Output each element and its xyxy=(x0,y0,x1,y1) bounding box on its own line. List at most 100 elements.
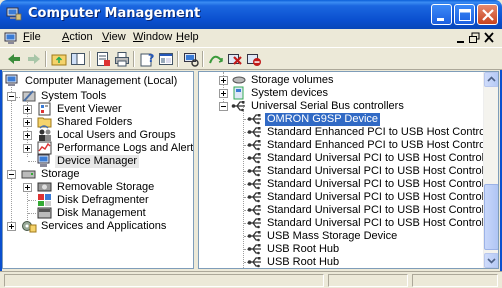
expand-toggle[interactable] xyxy=(23,183,32,192)
menu-file-label: ile xyxy=(29,31,41,43)
device-label: Standard Universal PCI to USB Host Contr… xyxy=(267,165,497,177)
device-label: OMRON G9SP Device xyxy=(265,113,381,126)
maximize-button[interactable] xyxy=(454,4,475,25)
tree-item-label: Removable Storage xyxy=(57,181,155,193)
removable-storage-icon xyxy=(37,182,52,192)
device-label: Standard Enhanced PCI to USB Host Contro… xyxy=(267,126,499,138)
show-tree-icon[interactable] xyxy=(70,51,86,67)
status-cell-tertiary xyxy=(412,274,498,287)
menu-help-label: elp xyxy=(183,31,199,43)
close-icon xyxy=(482,9,494,21)
expand-toggle[interactable] xyxy=(23,105,32,114)
print-icon[interactable] xyxy=(114,51,130,67)
users-group-icon xyxy=(39,129,51,141)
tree-item-label: Local Users and Groups xyxy=(57,129,176,141)
mdi-window-controls[interactable] xyxy=(454,31,496,45)
device-label: Storage volumes xyxy=(251,74,334,86)
device-label: Standard Universal PCI to USB Host Contr… xyxy=(267,178,497,190)
vertical-scrollbar[interactable] xyxy=(483,72,498,268)
close-button[interactable] xyxy=(477,4,498,25)
device-label: Universal Serial Bus controllers xyxy=(251,100,404,112)
usb-icon xyxy=(247,140,261,151)
usb-icon xyxy=(247,114,261,125)
scroll-down-button[interactable] xyxy=(484,253,498,268)
device-manager-icon xyxy=(37,154,50,167)
mdi-close-icon[interactable] xyxy=(484,32,494,43)
storage-icon xyxy=(21,170,36,179)
device-label: USB Root Hub xyxy=(267,256,340,268)
menu-file[interactable]: File xyxy=(23,31,41,43)
tree-item-label: Device Manager xyxy=(55,155,140,168)
scrollbar-thumb[interactable] xyxy=(484,184,498,250)
tree-connector xyxy=(243,102,244,268)
services-applications-icon xyxy=(22,221,37,233)
status-bar xyxy=(0,271,502,288)
tree-item-label: Computer Management (Local) xyxy=(25,75,178,87)
usb-icon xyxy=(247,205,261,216)
disk-management-icon xyxy=(37,207,52,219)
menu-window[interactable]: Window xyxy=(133,31,172,43)
scroll-down-arrow-icon xyxy=(487,258,496,264)
menu-help[interactable]: Help xyxy=(176,31,199,43)
disk-defragmenter-icon xyxy=(38,194,51,206)
svg-text:?: ? xyxy=(148,52,154,65)
console-window-icon[interactable] xyxy=(4,30,20,46)
device-label: Standard Universal PCI to USB Host Contr… xyxy=(267,204,497,216)
properties-icon[interactable] xyxy=(95,51,111,67)
toolbar: ? xyxy=(0,47,502,70)
usb-icon xyxy=(247,231,261,242)
device-tree-pane[interactable]: Storage volumes System devices Universal… xyxy=(198,71,499,269)
status-cell-main xyxy=(4,274,324,287)
expand-toggle[interactable] xyxy=(23,144,32,153)
title-bar[interactable]: Computer Management xyxy=(0,0,502,29)
console-tree-icon[interactable] xyxy=(158,51,174,67)
update-driver-icon[interactable] xyxy=(208,51,224,67)
scroll-up-button[interactable] xyxy=(484,72,498,87)
collapse-toggle[interactable] xyxy=(219,102,228,111)
device-label: USB Mass Storage Device xyxy=(267,230,398,242)
minimize-button[interactable] xyxy=(431,4,452,25)
tree-item-label: Disk Management xyxy=(57,207,146,219)
menu-window-mnemonic: W xyxy=(133,31,144,43)
mdi-restore-icon[interactable] xyxy=(469,32,480,43)
menu-action[interactable]: Action xyxy=(62,31,93,43)
usb-icon xyxy=(247,192,261,203)
mdi-minimize-icon[interactable] xyxy=(457,41,464,43)
collapse-toggle[interactable] xyxy=(7,170,16,179)
collapse-toggle[interactable] xyxy=(7,92,16,101)
help-icon[interactable]: ? xyxy=(139,51,155,67)
expand-toggle[interactable] xyxy=(219,89,228,98)
menu-bar: File Action View Window Help xyxy=(0,29,502,47)
menu-action-label: ction xyxy=(69,31,93,43)
device-label: Standard Universal PCI to USB Host Contr… xyxy=(267,217,497,229)
device-label: Standard Universal PCI to USB Host Contr… xyxy=(267,152,497,164)
device-label: Standard Universal PCI to USB Host Contr… xyxy=(267,191,497,203)
usb-icon xyxy=(247,179,261,190)
menu-window-label: indow xyxy=(143,31,173,43)
up-folder-icon[interactable] xyxy=(51,51,67,67)
uninstall-icon[interactable] xyxy=(227,51,243,67)
menu-view[interactable]: View xyxy=(102,31,126,43)
expand-toggle[interactable] xyxy=(23,131,32,140)
expand-toggle[interactable] xyxy=(23,118,32,127)
scan-hardware-icon[interactable] xyxy=(183,51,199,67)
event-viewer-icon xyxy=(38,102,51,116)
forward-arrow-icon[interactable] xyxy=(26,51,42,67)
tree-item-label: Shared Folders xyxy=(57,116,133,128)
maximize-icon xyxy=(459,9,471,21)
console-tree-pane[interactable]: Computer Management (Local) System Tools… xyxy=(2,71,194,269)
minimize-icon xyxy=(437,18,444,21)
disable-icon[interactable] xyxy=(246,51,262,67)
window-title: Computer Management xyxy=(28,6,201,21)
toolbar-separator xyxy=(133,51,135,67)
usb-icon xyxy=(231,101,245,112)
performance-logs-icon xyxy=(37,141,52,155)
expand-toggle[interactable] xyxy=(7,222,16,231)
back-arrow-icon[interactable] xyxy=(6,51,22,67)
tree-item-label: Services and Applications xyxy=(41,220,167,232)
storage-volume-icon xyxy=(232,76,246,84)
computer-management-icon xyxy=(6,7,22,21)
toolbar-separator xyxy=(202,51,204,67)
system-tools-icon xyxy=(22,90,36,102)
expand-toggle[interactable] xyxy=(219,76,228,85)
